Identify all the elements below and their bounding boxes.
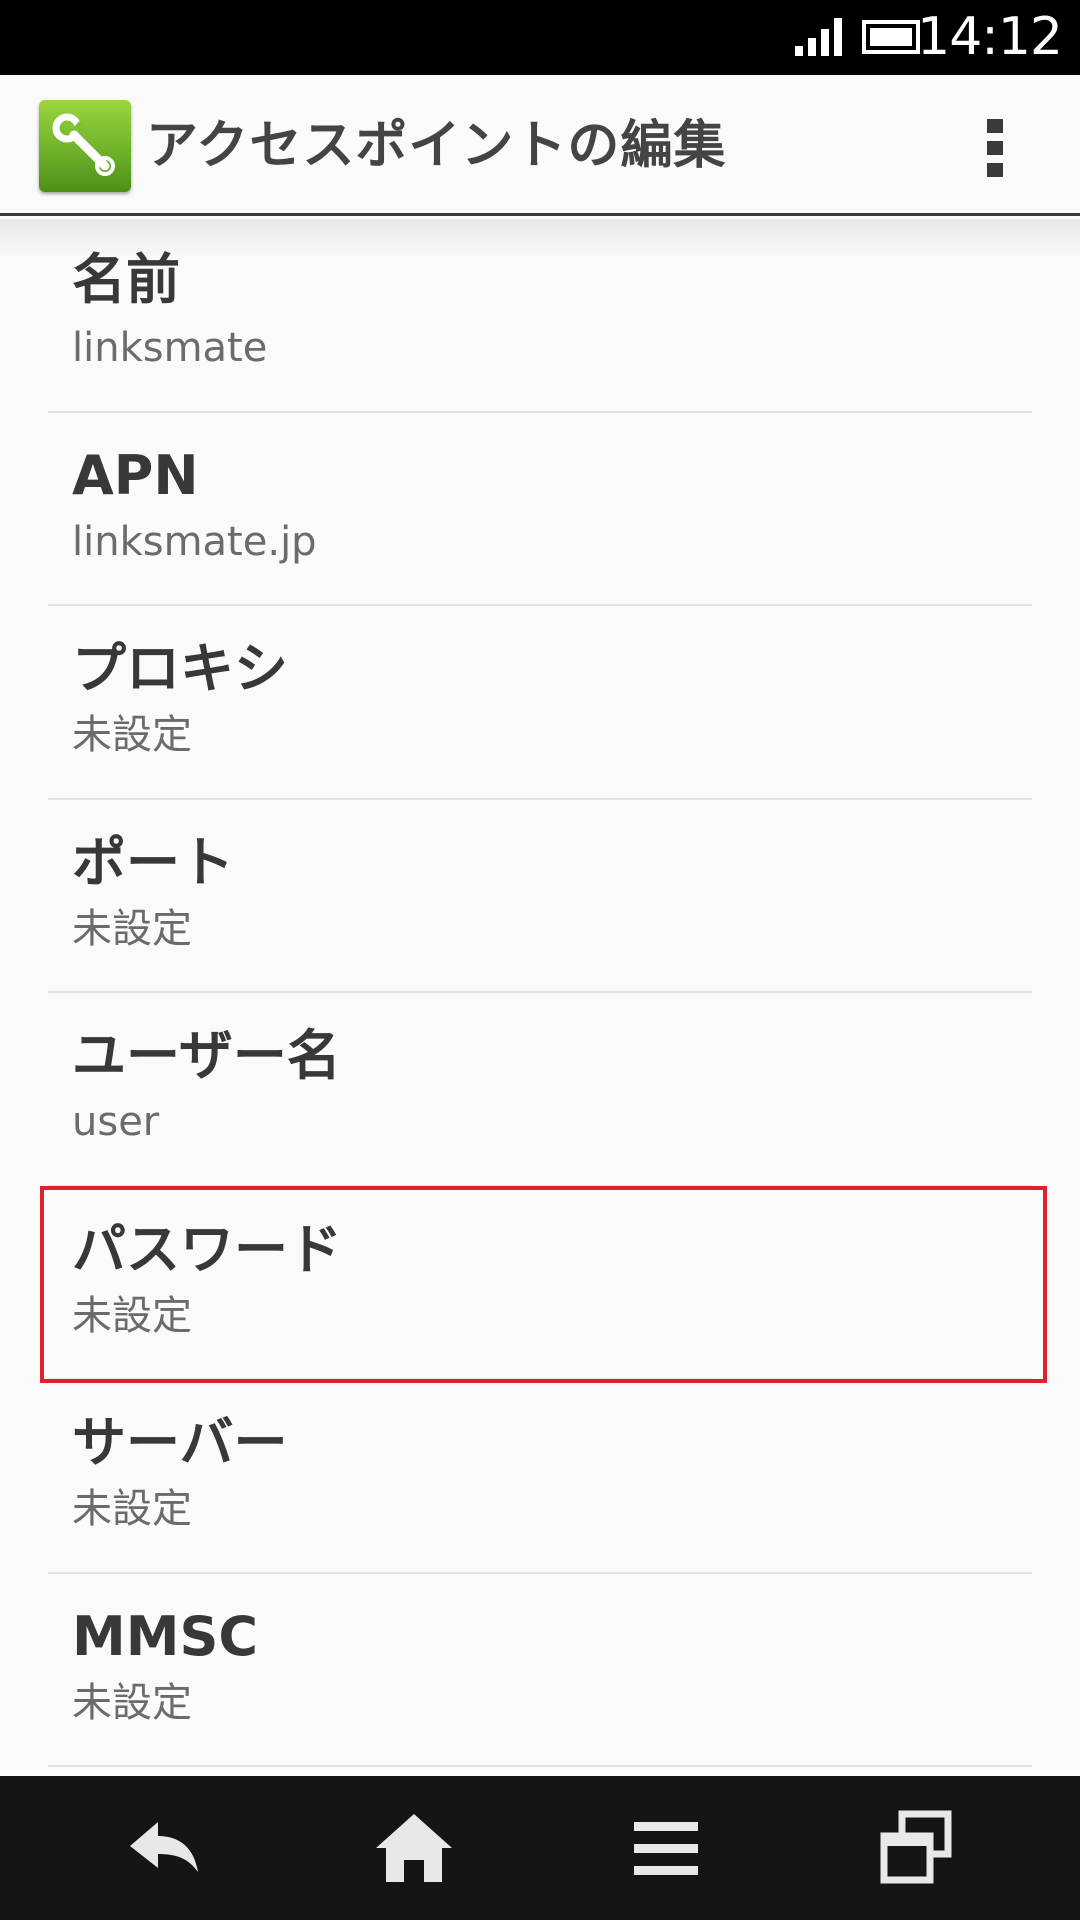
setting-row-password[interactable]: パスワード 未設定 xyxy=(48,1187,1032,1380)
setting-row-proxy[interactable]: プロキシ 未設定 xyxy=(48,606,1032,800)
setting-label: サーバー xyxy=(72,1411,288,1474)
setting-value: 未設定 xyxy=(72,712,192,758)
setting-value: user xyxy=(72,1099,160,1145)
setting-row-server[interactable]: サーバー 未設定 xyxy=(48,1380,1032,1574)
battery-icon xyxy=(862,20,920,54)
setting-label: ポート xyxy=(72,830,234,894)
overflow-menu-icon[interactable] xyxy=(975,115,1015,179)
setting-label: MMSC xyxy=(72,1604,258,1668)
setting-row-mmsc[interactable]: MMSC 未設定 xyxy=(48,1574,1032,1767)
setting-value: 未設定 xyxy=(72,1486,192,1532)
menu-icon[interactable] xyxy=(624,1806,708,1890)
status-clock: 14:12 xyxy=(917,7,1063,67)
setting-row-port[interactable]: ポート 未設定 xyxy=(48,800,1032,993)
setting-value: 未設定 xyxy=(72,905,192,952)
action-bar: アクセスポイントの編集 xyxy=(0,75,1080,216)
navigation-bar xyxy=(0,1776,1080,1920)
recent-apps-icon[interactable] xyxy=(874,1806,958,1890)
setting-row-apn[interactable]: APN linksmate.jp xyxy=(48,413,1032,606)
page-title: アクセスポイントの編集 xyxy=(146,116,727,176)
setting-label: プロキシ xyxy=(72,637,288,700)
setting-label: 名前 xyxy=(72,248,180,311)
setting-value: linksmate.jp xyxy=(72,518,317,565)
setting-value: linksmate xyxy=(72,325,268,371)
status-bar: 14:12 xyxy=(0,0,1080,75)
setting-value: 未設定 xyxy=(72,1292,192,1339)
setting-value: 未設定 xyxy=(72,1679,192,1726)
setting-label: パスワード xyxy=(72,1217,342,1281)
setting-label: ユーザー名 xyxy=(72,1024,341,1087)
back-icon[interactable] xyxy=(122,1806,206,1890)
setting-label: APN xyxy=(72,443,199,507)
setting-row-name[interactable]: 名前 linksmate xyxy=(48,219,1032,413)
wrench-settings-icon[interactable] xyxy=(39,100,131,192)
home-icon[interactable] xyxy=(372,1806,456,1890)
apn-settings-list: 名前 linksmate APN linksmate.jp プロキシ 未設定 ポ… xyxy=(0,219,1080,1767)
setting-row-username[interactable]: ユーザー名 user xyxy=(48,993,1032,1187)
signal-strength-icon xyxy=(795,18,842,56)
